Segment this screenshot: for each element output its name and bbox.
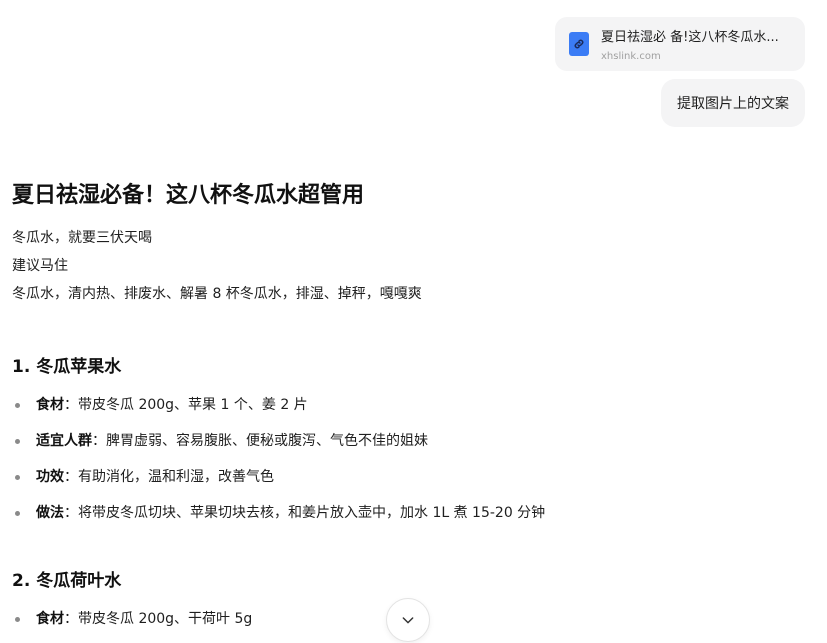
item-label: 功效 [36,469,64,485]
user-prompt-bubble: 提取图片上的文案 [661,79,805,127]
intro-line: 冬瓜水，清内热、排废水、解暑 8 杯冬瓜水，排湿、掉秤，嘎嘎爽 [12,286,422,302]
item-text: ：脾胃虚弱、容易腹胀、便秘或腹泻、气色不佳的姐妹 [92,433,428,449]
assistant-answer: 夏日祛湿必备！这八杯冬瓜水超管用 冬瓜水，就要三伏天喝 建议马住 冬瓜水，清内热… [12,180,792,643]
shared-link-card[interactable]: 夏日祛湿必 备!这八杯冬瓜水... xhslink.com [555,17,805,71]
section-heading: 1. 冬瓜苹果水 [12,357,122,377]
link-title: 夏日祛湿必 备!这八杯冬瓜水... [601,30,779,45]
list-item: 功效：有助消化，温和利湿，改善气色 [12,466,792,488]
user-messages: 夏日祛湿必 备!这八杯冬瓜水... xhslink.com 提取图片上的文案 [555,17,805,127]
item-text: ：带皮冬瓜 200g、干荷叶 5g [64,611,253,627]
intro-line: 建议马住 [12,258,68,274]
item-text: ：将带皮冬瓜切块、苹果切块去核，和姜片放入壶中，加水 1L 煮 15-20 分钟 [64,505,546,521]
item-label: 食材 [36,397,64,413]
item-text: ：有助消化，温和利湿，改善气色 [64,469,274,485]
list-item: 做法：将带皮冬瓜切块、苹果切块去核，和姜片放入壶中，加水 1L 煮 15-20 … [12,502,792,524]
item-label: 做法 [36,505,64,521]
link-text: 夏日祛湿必 备!这八杯冬瓜水... xhslink.com [601,26,791,62]
intro-line: 冬瓜水，就要三伏天喝 [12,230,152,246]
list-item: 食材：带皮冬瓜 200g、苹果 1 个、姜 2 片 [12,394,792,416]
item-label: 适宜人群 [36,433,92,449]
item-text: ：带皮冬瓜 200g、苹果 1 个、姜 2 片 [64,397,308,413]
scroll-to-bottom-button[interactable] [386,598,430,642]
list-item: 适宜人群：脾胃虚弱、容易腹胀、便秘或腹泻、气色不佳的姐妹 [12,430,792,452]
chat-page: 夏日祛湿必 备!这八杯冬瓜水... xhslink.com 提取图片上的文案 夏… [0,0,827,643]
section-heading: 2. 冬瓜荷叶水 [12,571,122,591]
answer-intro: 冬瓜水，就要三伏天喝 建议马住 冬瓜水，清内热、排废水、解暑 8 杯冬瓜水，排湿… [12,224,792,308]
item-label: 食材 [36,611,64,627]
link-domain: xhslink.com [601,51,661,62]
chevron-down-icon [402,617,414,624]
user-prompt-text: 提取图片上的文案 [677,96,789,112]
answer-title: 夏日祛湿必备！这八杯冬瓜水超管用 [12,183,365,208]
link-document-icon [569,32,589,56]
section-list: 食材：带皮冬瓜 200g、苹果 1 个、姜 2 片 适宜人群：脾胃虚弱、容易腹胀… [12,394,792,524]
